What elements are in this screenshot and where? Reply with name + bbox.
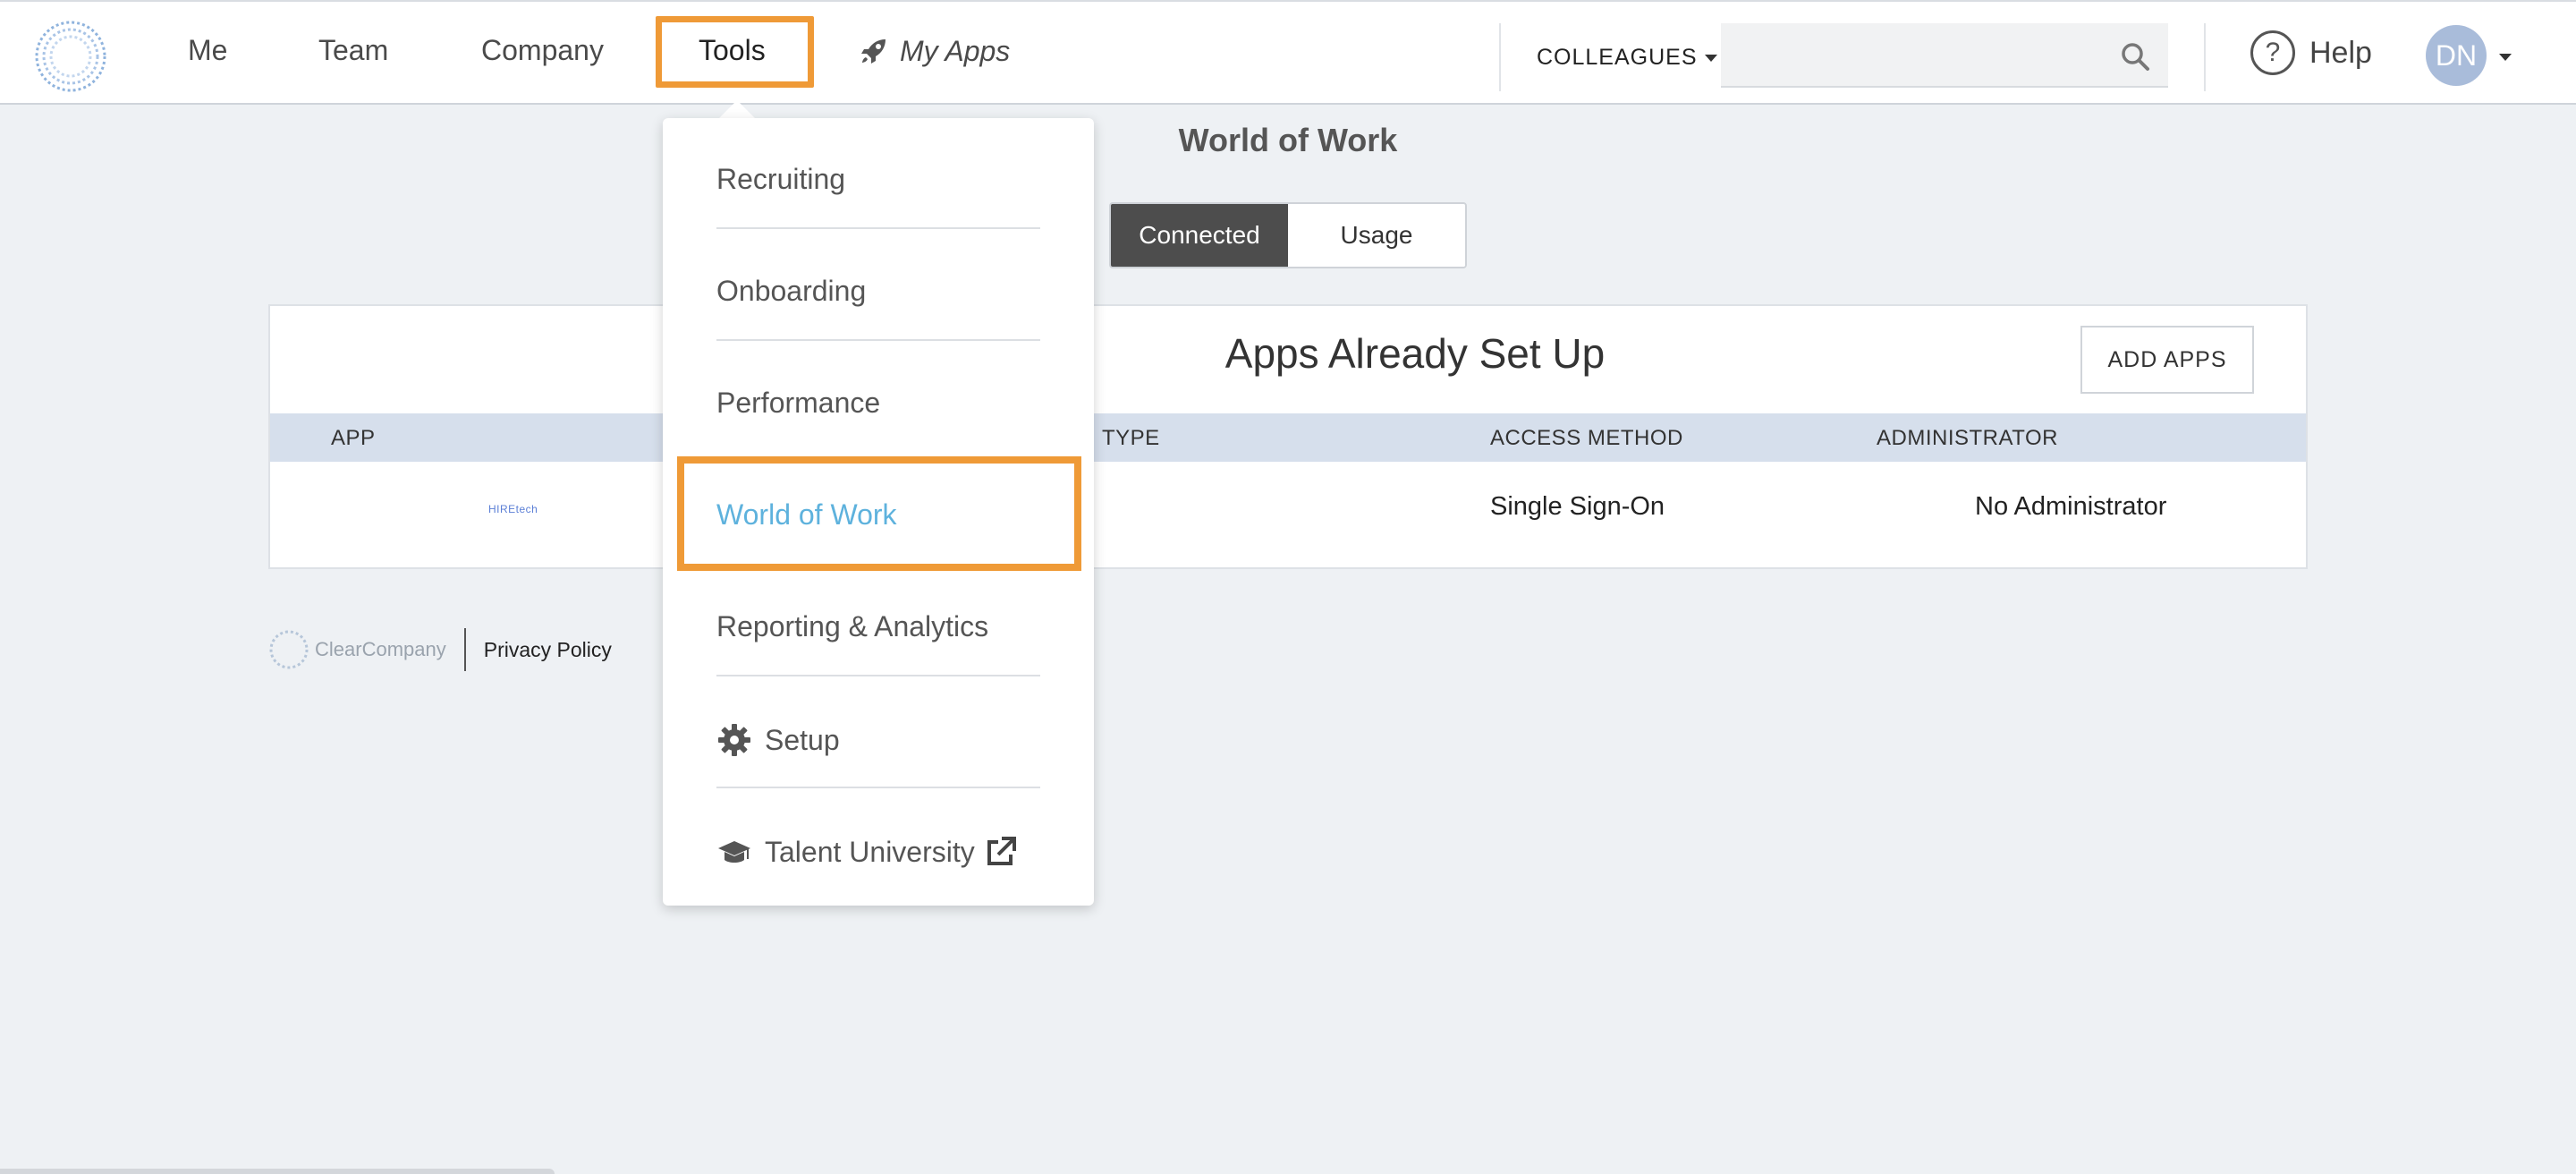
menu-item-performance[interactable]: Performance <box>716 387 1040 420</box>
user-avatar[interactable]: DN <box>2426 25 2487 86</box>
menu-divider <box>716 227 1040 229</box>
help-button[interactable]: ? Help <box>2250 30 2372 75</box>
help-label: Help <box>2309 35 2372 70</box>
nav-item-company[interactable]: Company <box>481 36 604 64</box>
page-title: World of Work <box>1178 122 1398 158</box>
administrator-cell: No Administrator <box>1975 492 2167 521</box>
menu-item-reporting-analytics[interactable]: Reporting & Analytics <box>716 610 1040 643</box>
menu-item-label: Talent University <box>765 835 975 868</box>
tab-connected[interactable]: Connected <box>1111 204 1288 267</box>
menu-item-recruiting[interactable]: Recruiting <box>716 163 1040 196</box>
clearcompany-logo-icon[interactable] <box>32 18 109 95</box>
external-link-icon <box>987 837 1016 865</box>
rocket-icon <box>861 39 886 64</box>
menu-item-label: Setup <box>765 723 840 756</box>
dropdown-pointer <box>717 100 757 120</box>
menu-item-onboarding[interactable]: Onboarding <box>716 275 1040 308</box>
nav-item-tools[interactable]: Tools <box>699 36 766 64</box>
menu-item-label: Performance <box>716 387 881 419</box>
chevron-down-icon <box>1704 54 1717 62</box>
nav-item-me[interactable]: Me <box>188 36 227 64</box>
column-header-type: TYPE <box>1102 426 1160 450</box>
column-header-app: APP <box>331 426 376 450</box>
table-header: APP TYPE ACCESS METHOD ADMINISTRATOR <box>270 413 2306 462</box>
privacy-policy-link[interactable]: Privacy Policy <box>484 638 612 662</box>
column-header-access-method: ACCESS METHOD <box>1490 426 1683 450</box>
footer-logo: ClearCompany <box>268 629 446 670</box>
app-logo[interactable]: HIREtech <box>488 503 538 515</box>
graduation-cap-icon <box>718 841 750 863</box>
add-apps-button[interactable]: ADD APPS <box>2080 326 2254 394</box>
menu-item-talent-university[interactable]: Talent University <box>716 834 1040 870</box>
footer-divider <box>463 628 466 671</box>
footer-brand: ClearCompany <box>315 638 446 660</box>
nav-item-my-apps[interactable]: My Apps <box>859 36 1010 66</box>
top-navigation-bar: Me Team Company Tools My Apps COLLEAGUES… <box>0 0 2576 105</box>
menu-divider <box>716 787 1040 788</box>
chevron-down-icon[interactable] <box>2499 54 2512 61</box>
menu-item-label: Onboarding <box>716 275 867 307</box>
apps-panel: Apps Already Set Up ADD APPS APP TYPE AC… <box>268 304 2308 569</box>
menu-item-setup[interactable]: Setup <box>716 722 1040 758</box>
gear-icon <box>718 724 750 756</box>
search-input[interactable] <box>1721 23 2097 86</box>
question-circle-icon: ? <box>2250 30 2295 75</box>
menu-item-label: Recruiting <box>716 163 846 195</box>
search-icon[interactable] <box>2120 41 2150 72</box>
panel-title: Apps Already Set Up <box>1224 330 1606 377</box>
view-toggle: Connected Usage <box>1109 202 1467 268</box>
tab-usage[interactable]: Usage <box>1288 204 1465 267</box>
horizontal-scrollbar[interactable] <box>0 1169 555 1174</box>
nav-divider <box>2204 23 2206 91</box>
nav-item-team[interactable]: Team <box>318 36 388 64</box>
footer: ClearCompany Privacy Policy <box>268 628 612 671</box>
menu-divider <box>716 339 1040 341</box>
colleagues-label: COLLEAGUES <box>1537 45 1698 70</box>
menu-divider <box>716 675 1040 676</box>
menu-item-label: Reporting & Analytics <box>716 610 989 642</box>
my-apps-label: My Apps <box>900 35 1011 67</box>
menu-item-label: World of Work <box>716 498 897 531</box>
clearcompany-logo-icon <box>269 630 309 669</box>
nav-divider <box>1499 23 1501 91</box>
colleagues-dropdown[interactable]: COLLEAGUES <box>1537 45 1717 71</box>
tools-dropdown-menu: Recruiting Onboarding Performance World … <box>663 118 1094 906</box>
column-header-administrator: ADMINISTRATOR <box>1877 426 2058 450</box>
search-box <box>1721 23 2168 88</box>
menu-item-world-of-work[interactable]: World of Work <box>716 498 1040 532</box>
access-method-cell: Single Sign-On <box>1490 492 1665 521</box>
